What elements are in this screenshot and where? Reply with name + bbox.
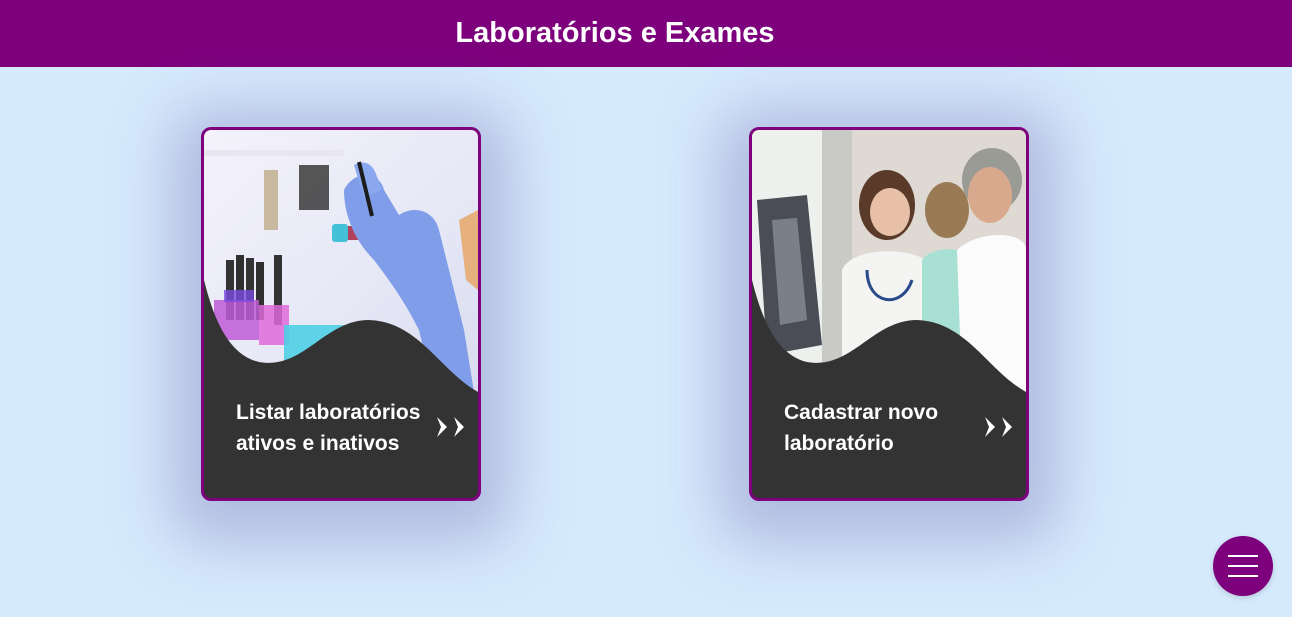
list-laboratories-label: Listar laboratórios ativos e inativos [236,401,421,455]
lab-gloved-hand-test-tube-photo [204,130,478,392]
page-title: Laboratórios e Exames [455,17,775,49]
register-laboratory-card[interactable]: Cadastrar novo laboratório [749,127,1029,501]
double-chevron-right-icon [435,416,466,438]
top-header: Laboratórios e Exames [0,0,1292,67]
double-chevron-right-icon [983,416,1014,438]
hamburger-menu-icon [1228,555,1258,577]
register-laboratory-label: Cadastrar novo laboratório [784,401,939,455]
doctors-reviewing-xray-photo [752,130,1026,392]
list-laboratories-card[interactable]: Listar laboratórios ativos e inativos [201,127,481,501]
menu-button[interactable] [1213,536,1273,596]
